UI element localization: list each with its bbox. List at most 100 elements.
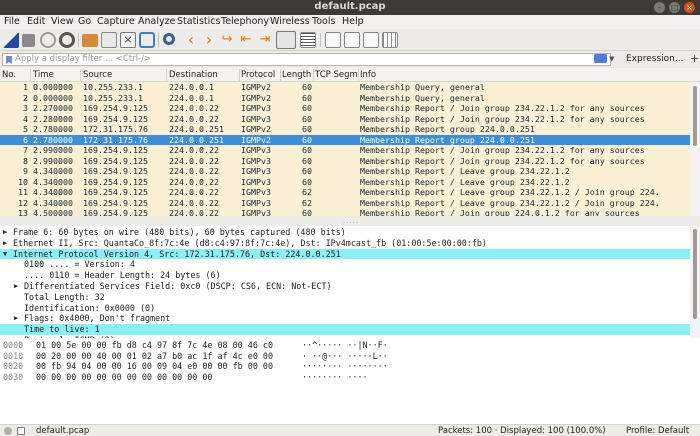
add-filter-button[interactable]: + xyxy=(690,52,699,65)
apply-filter-icon[interactable] xyxy=(594,54,607,63)
detail-row[interactable]: .... 0110 = Header Length: 24 bytes (6) xyxy=(0,270,690,281)
packet-row[interactable]: 7 2.990000 169.254.9.125 224.0.0.22 IGMPv3 60… xyxy=(0,145,690,156)
detail-row[interactable]: ▶ Ethernet II, Src: QuantaCo_8f:7c:4e (d8… xyxy=(0,238,690,249)
close-icon[interactable]: × xyxy=(684,2,695,13)
cell-source: 172.31.175.76 xyxy=(83,124,148,134)
detail-text: Time to live: 1 xyxy=(24,324,100,335)
zoom-in-icon[interactable] xyxy=(325,32,341,48)
pane-splitter[interactable]: ····· xyxy=(0,216,700,227)
menu-tools[interactable]: Tools xyxy=(312,16,335,27)
col-header-tcp-segment[interactable]: TCP Segme xyxy=(315,70,357,80)
packet-row[interactable]: 6 2.780000 172.31.175.76 224.0.0.251 IGMPv2 6… xyxy=(0,134,690,145)
col-header-no[interactable]: No. xyxy=(2,70,28,80)
display-filter-input[interactable]: Apply a display filter ... <Ctrl-/> xyxy=(2,53,611,66)
col-header-destination[interactable]: Destination xyxy=(169,70,239,80)
detail-row[interactable]: ▶ Differentiated Services Field: 0xc0 (DS… xyxy=(0,281,690,292)
col-header-protocol[interactable]: Protocol xyxy=(241,70,279,80)
packet-row[interactable]: 10 4.340000 169.254.9.125 224.0.0.22 IGMPv3 6… xyxy=(0,176,690,187)
byte-ascii[interactable]: ········ ········ xyxy=(302,361,388,372)
expand-arrow-icon[interactable]: ▶ xyxy=(3,238,7,249)
details-scroll-thumb[interactable] xyxy=(693,229,697,319)
col-header-info[interactable]: Info xyxy=(360,70,680,80)
menu-go[interactable]: Go xyxy=(78,16,91,27)
bookmark-icon[interactable] xyxy=(5,56,13,64)
minimize-icon[interactable]: – xyxy=(654,2,665,13)
expression-button[interactable]: Expression... xyxy=(626,54,683,64)
packet-row[interactable]: 3 2.270000 169.254.9.125 224.0.0.22 IGMPv3 60… xyxy=(0,103,690,114)
autoscroll-icon[interactable] xyxy=(276,31,296,49)
packet-row[interactable]: 12 4.340000 169.254.9.125 224.0.0.22 IGMPv3 6… xyxy=(0,197,690,208)
byte-hex[interactable]: 00 20 00 00 40 00 01 02 a7 b0 ac 1f af 4… xyxy=(36,351,273,362)
menu-statistics[interactable]: Statistics xyxy=(177,16,220,27)
expand-arrow-icon[interactable]: ▶ xyxy=(3,227,7,238)
col-header-time[interactable]: Time xyxy=(33,70,79,80)
close-file-icon[interactable]: × xyxy=(120,32,136,48)
menu-wireless[interactable]: Wireless xyxy=(270,16,310,27)
detail-row[interactable]: ▶ Frame 6: 60 bytes on wire (480 bits), 6… xyxy=(0,227,690,238)
filter-dropdown-icon[interactable]: ▼ xyxy=(609,55,614,63)
filter-placeholder: Apply a display filter ... <Ctrl-/> xyxy=(15,54,152,64)
status-profile[interactable]: Profile: Default xyxy=(626,426,689,436)
detail-row[interactable]: 0100 .... = Version: 4 xyxy=(0,259,690,270)
zoom-out-icon[interactable] xyxy=(344,32,360,48)
packet-row[interactable]: 4 2.280000 169.254.9.125 224.0.0.22 IGMPv3 60… xyxy=(0,113,690,124)
byte-hex[interactable]: 01 00 5e 00 00 fb d8 c4 97 8f 7c 4e 08 0… xyxy=(36,340,273,351)
find-packet-icon[interactable] xyxy=(163,33,175,45)
go-to-packet-icon[interactable]: ↪ xyxy=(219,32,235,48)
col-header-source[interactable]: Source xyxy=(83,70,165,80)
detail-row[interactable]: Identification: 0x0000 (0) xyxy=(0,303,690,314)
reload-file-icon[interactable] xyxy=(139,32,155,48)
detail-row[interactable]: ▼ Internet Protocol Version 4, Src: 172.3… xyxy=(0,248,690,260)
byte-hex[interactable]: 00 fb 94 04 00 00 16 00 09 04 e0 00 00 f… xyxy=(36,361,273,372)
packet-row[interactable]: 1 0.000000 10.255.233.1 224.0.0.1 IGMPv2 60 Me… xyxy=(0,82,690,93)
go-back-icon[interactable]: ‹ xyxy=(183,32,199,48)
menu-capture[interactable]: Capture xyxy=(97,16,135,27)
menu-file[interactable]: File xyxy=(4,16,20,27)
detail-text: Ethernet II, Src: QuantaCo_8f:7c:4e (d8:… xyxy=(13,237,487,248)
menu-analyze[interactable]: Analyze xyxy=(138,16,175,27)
byte-ascii[interactable]: ········ ···· xyxy=(302,372,368,383)
menu-telephony[interactable]: Telephony xyxy=(221,16,269,27)
menu-view[interactable]: View xyxy=(51,16,74,27)
col-header-length[interactable]: Length xyxy=(282,70,312,80)
packet-row[interactable]: 2 0.000000 10.255.233.1 224.0.0.1 IGMPv2 60 Me… xyxy=(0,92,690,103)
cell-destination: 224.0.0.22 xyxy=(169,155,219,166)
colorize-icon[interactable] xyxy=(300,32,316,48)
restart-capture-icon[interactable] xyxy=(40,32,56,48)
packet-row[interactable]: 5 2.780000 172.31.175.76 224.0.0.251 IGMPv2 6… xyxy=(0,124,690,135)
save-file-icon[interactable] xyxy=(101,32,117,48)
detail-row[interactable]: Time to live: 1 xyxy=(0,324,690,335)
expand-arrow-icon[interactable]: ▶ xyxy=(14,281,18,292)
detail-row[interactable]: Total Length: 32 xyxy=(0,292,690,303)
stop-capture-icon[interactable] xyxy=(22,34,35,47)
start-capture-icon[interactable] xyxy=(3,32,19,48)
maximize-icon[interactable]: □ xyxy=(669,2,680,13)
cell-time: 4.340000 xyxy=(33,197,73,208)
packet-row[interactable]: 11 4.340000 169.254.9.125 224.0.0.22 IGMPv3 6… xyxy=(0,187,690,198)
open-file-icon[interactable] xyxy=(82,34,98,47)
packet-bytes: 0000 01 00 5e 00 00 fb d8 c4 97 8f 7c 4e … xyxy=(0,338,700,424)
last-packet-icon[interactable]: ⇥ xyxy=(257,32,273,48)
cell-source: 169.254.9.125 xyxy=(83,113,148,124)
expert-info-icon[interactable] xyxy=(4,427,12,435)
menu-edit[interactable]: Edit xyxy=(27,16,45,27)
byte-ascii[interactable]: ··^····· ··|N··F· xyxy=(302,340,388,351)
first-packet-icon[interactable]: ⇤ xyxy=(238,32,254,48)
cell-source: 169.254.9.125 xyxy=(83,155,148,166)
normal-size-icon[interactable] xyxy=(363,32,379,48)
byte-ascii[interactable]: · ··@··· ·····L·· xyxy=(302,351,388,362)
go-forward-icon[interactable]: › xyxy=(201,32,217,48)
menu-help[interactable]: Help xyxy=(342,16,364,27)
capture-options-icon[interactable] xyxy=(59,32,75,48)
detail-row[interactable]: ▶ Flags: 0x4000, Don't fragment xyxy=(0,313,690,324)
edit-comment-icon[interactable] xyxy=(17,427,25,435)
expand-arrow-icon[interactable]: ▶ xyxy=(14,313,18,324)
resize-columns-icon[interactable] xyxy=(382,32,398,48)
collapse-arrow-icon[interactable]: ▼ xyxy=(3,249,7,260)
byte-offset: 0010 xyxy=(3,350,24,361)
packet-row[interactable]: 8 2.990000 169.254.9.125 224.0.0.22 IGMPv3 60… xyxy=(0,155,690,166)
byte-hex[interactable]: 00 00 00 00 00 00 00 00 00 00 00 00 xyxy=(36,372,212,383)
packet-row[interactable]: 13 4.500000 169.254.9.125 224.0.0.22 IGMPv3 6… xyxy=(0,208,690,216)
packet-row[interactable]: 9 4.340000 169.254.9.125 224.0.0.22 IGMPv3 60… xyxy=(0,166,690,177)
packet-list-scroll-thumb[interactable] xyxy=(693,86,697,146)
